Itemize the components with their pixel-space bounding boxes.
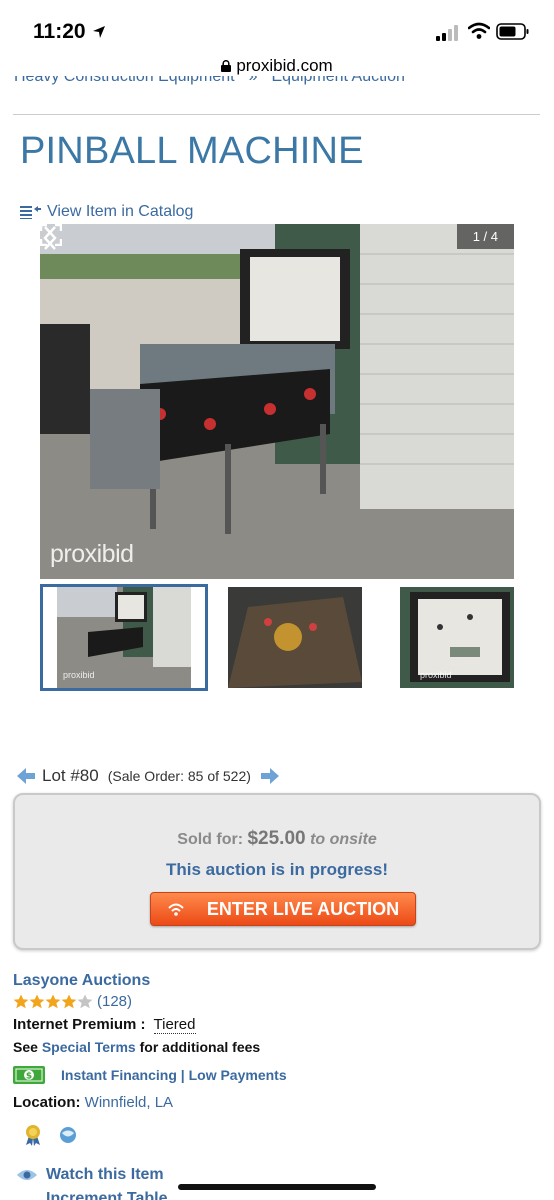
home-indicator[interactable]: [178, 1184, 376, 1190]
increment-table-label: Increment Table: [46, 1190, 168, 1200]
star-rating: [13, 994, 93, 1009]
wifi-icon: [468, 22, 490, 39]
thumbnail-watermark: proxibid: [63, 670, 95, 680]
special-terms-link[interactable]: Special Terms: [42, 1039, 136, 1055]
sold-to: to onsite: [310, 831, 377, 848]
internet-premium-row: Internet Premium : Tiered: [13, 1016, 196, 1034]
lot-number: Lot #80: [42, 766, 99, 785]
seller-rating[interactable]: (128): [13, 993, 132, 1010]
url-text: proxibid.com: [236, 56, 333, 75]
thumbnail-1[interactable]: proxibid: [40, 584, 208, 691]
page-title: PINBALL MACHINE: [20, 130, 364, 172]
star-filled-icon: [61, 994, 77, 1009]
location-label: Location:: [13, 1094, 81, 1111]
photo-watermark: proxibid: [50, 540, 134, 568]
image-counter: 1 / 4: [456, 224, 514, 249]
globe-icon[interactable]: [59, 1124, 77, 1146]
svg-text:$: $: [26, 1072, 32, 1082]
thumbnail-2-image: [228, 587, 362, 688]
star-empty-icon: [77, 994, 93, 1009]
terms-suffix: for additional fees: [139, 1039, 261, 1055]
award-ribbon-icon[interactable]: [24, 1124, 42, 1146]
eye-icon: [17, 1170, 37, 1180]
financing-link[interactable]: $ Instant Financing | Low Payments: [13, 1066, 287, 1084]
battery-icon: [496, 23, 529, 40]
status-bar: 11:20 proxibid.com: [0, 0, 554, 75]
seller-name-link[interactable]: Lasyone Auctions: [13, 972, 150, 990]
pinball-photo-illustration: [40, 224, 514, 579]
seller-badges: [24, 1124, 94, 1146]
location-value[interactable]: Winnfield, LA: [85, 1094, 173, 1111]
enter-live-auction-button[interactable]: ENTER LIVE AUCTION: [150, 892, 416, 926]
sold-for-line: Sold for: $25.00 to onsite: [15, 828, 539, 850]
lock-icon: [221, 60, 232, 72]
star-filled-icon: [29, 994, 45, 1009]
increment-table-link[interactable]: Increment Table: [16, 1190, 316, 1200]
terms-row: See Special Terms for additional fees: [13, 1039, 260, 1055]
sale-order: (Sale Order: 85 of 522): [107, 768, 251, 784]
catalog-list-icon: [20, 206, 41, 219]
watch-item-label: Watch this Item: [46, 1166, 164, 1183]
location-row: Location: Winnfield, LA: [13, 1094, 173, 1111]
auction-status-box: Sold for: $25.00 to onsite This auction …: [13, 793, 541, 950]
star-filled-icon: [45, 994, 61, 1009]
broadcast-icon: [168, 903, 184, 916]
previous-lot-icon[interactable]: [16, 767, 36, 785]
money-icon: $: [13, 1066, 45, 1084]
watch-item-link[interactable]: Watch this Item: [16, 1166, 164, 1184]
internet-premium-value[interactable]: Tiered: [153, 1016, 196, 1034]
financing-label: Instant Financing | Low Payments: [61, 1067, 287, 1083]
thumbnail-3[interactable]: proxibid: [400, 587, 514, 688]
cellular-signal-icon: [436, 25, 458, 41]
sold-price: $25.00: [247, 828, 306, 849]
enter-live-auction-label: ENTER LIVE AUCTION: [206, 898, 400, 919]
location-arrow-icon: [93, 26, 105, 38]
breadcrumb-item[interactable]: Heavy Construction Equipment: [14, 76, 235, 85]
breadcrumb-clip: Heavy Construction Equipment » Equipment A…: [0, 76, 554, 90]
auction-progress-text: This auction is in progress!: [166, 860, 388, 879]
thumbnail-3-image: [400, 587, 514, 688]
view-catalog-link[interactable]: View Item in Catalog: [20, 203, 193, 221]
breadcrumb: Heavy Construction Equipment » Equipment A…: [14, 76, 405, 86]
terms-prefix: See: [13, 1039, 38, 1055]
main-photo[interactable]: 1 / 4 proxibid: [40, 224, 514, 579]
sold-for-label: Sold for:: [177, 831, 244, 848]
url-bar[interactable]: proxibid.com: [0, 56, 554, 76]
clock: 11:20: [33, 20, 86, 43]
thumbnail-2[interactable]: [228, 587, 362, 688]
thumbnail-watermark: proxibid: [420, 670, 452, 680]
divider: [13, 114, 540, 115]
breadcrumb-item[interactable]: Equipment Auction: [271, 76, 404, 85]
view-catalog-label: View Item in Catalog: [47, 203, 194, 220]
rating-count: (128): [97, 993, 133, 1010]
next-lot-icon[interactable]: [260, 767, 280, 785]
star-filled-icon: [13, 994, 29, 1009]
fullscreen-icon[interactable]: [40, 224, 62, 246]
lot-navigation: Lot #80 (Sale Order: 85 of 522): [16, 766, 280, 786]
breadcrumb-separator: »: [248, 76, 258, 85]
internet-premium-label: Internet Premium :: [13, 1016, 146, 1033]
